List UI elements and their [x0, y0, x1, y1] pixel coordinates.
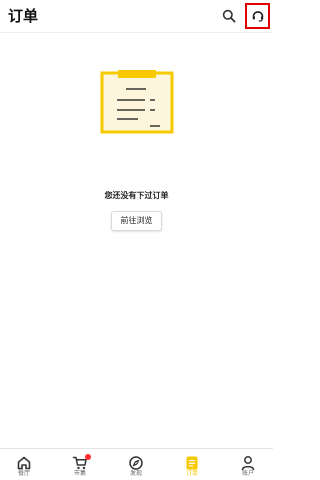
orders-screen: 订单 您还没有下过订单 前往浏览 餐厅 市集 发现 订单 账户 — [0, 0, 273, 480]
nav-label-restaurant: 餐厅 — [17, 470, 30, 477]
nav-item-restaurant[interactable]: 餐厅 — [4, 455, 44, 480]
notification-badge — [85, 454, 91, 460]
order-icon — [186, 456, 198, 470]
search-icon — [222, 9, 236, 23]
clipboard-icon — [100, 70, 174, 134]
top-bar: 订单 — [0, 0, 273, 33]
search-button[interactable] — [219, 6, 239, 26]
compass-icon — [129, 456, 143, 470]
page-title: 订单 — [8, 7, 39, 25]
home-icon — [17, 456, 31, 470]
browse-button[interactable]: 前往浏览 — [111, 211, 162, 231]
nav-item-orders[interactable]: 订单 — [172, 455, 212, 480]
nav-item-discover[interactable]: 发现 — [116, 455, 156, 480]
nav-label-market: 市集 — [73, 470, 86, 477]
nav-item-account[interactable]: 账户 — [228, 455, 268, 480]
empty-orders-message: 您还没有下过订单 — [104, 191, 169, 200]
nav-label-orders: 订单 — [185, 470, 198, 477]
nav-label-discover: 发现 — [129, 470, 142, 477]
nav-label-account: 账户 — [241, 470, 254, 477]
user-icon — [241, 456, 255, 471]
nav-item-market[interactable]: 市集 — [60, 454, 100, 480]
customer-service-button[interactable] — [245, 3, 270, 29]
bottom-navigation: 餐厅 市集 发现 订单 账户 — [0, 448, 273, 480]
headset-icon — [252, 11, 263, 22]
